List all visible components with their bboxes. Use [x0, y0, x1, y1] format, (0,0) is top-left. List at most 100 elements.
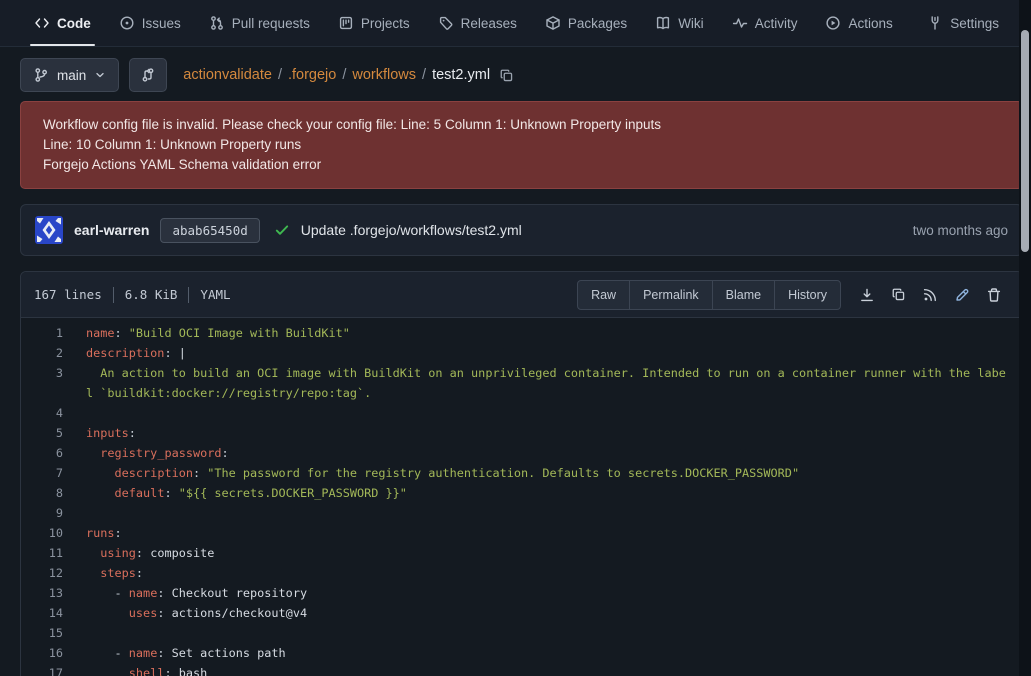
- tab-actions[interactable]: Actions: [815, 0, 902, 46]
- code-token: actions/checkout@v4: [172, 606, 307, 620]
- code-token: :: [136, 546, 150, 560]
- line-number[interactable]: 3: [21, 363, 63, 403]
- edit-pencil-icon: [954, 287, 970, 303]
- code-token: name: [129, 646, 158, 660]
- breadcrumb-segment-actionvalidate[interactable]: actionvalidate: [183, 67, 272, 83]
- code-line: 10 runs:: [21, 523, 1022, 543]
- line-number[interactable]: 10: [21, 523, 63, 543]
- commit-status-check-icon[interactable]: [274, 222, 290, 238]
- scrollbar-thumb[interactable]: [1021, 30, 1029, 252]
- code-token: composite: [150, 546, 214, 560]
- code-token: :: [164, 346, 178, 360]
- code-line: 9: [21, 503, 1022, 523]
- rss-button[interactable]: [914, 287, 946, 303]
- breadcrumb-segment-workflows[interactable]: workflows: [352, 67, 416, 83]
- line-number[interactable]: 4: [21, 403, 63, 423]
- code-token: runs: [86, 526, 115, 540]
- error-banner-line: Workflow config file is invalid. Please …: [43, 115, 1000, 135]
- tab-packages[interactable]: Packages: [535, 0, 637, 46]
- copy-icon[interactable]: [499, 68, 514, 83]
- file-header: 167 lines 6.8 KiB YAML RawPermalinkBlame…: [21, 272, 1022, 318]
- tab-wiki[interactable]: Wiki: [645, 0, 714, 46]
- line-number[interactable]: 14: [21, 603, 63, 623]
- code-token: uses: [129, 606, 158, 620]
- line-number[interactable]: 15: [21, 623, 63, 643]
- code-token: :: [193, 466, 207, 480]
- file-meta: 167 lines 6.8 KiB YAML: [34, 287, 231, 303]
- code-token: [86, 606, 129, 620]
- code-token: [86, 566, 100, 580]
- line-number[interactable]: 9: [21, 503, 63, 523]
- history-button[interactable]: History: [774, 281, 840, 309]
- breadcrumb: actionvalidate/.forgejo/workflows/test2.…: [183, 67, 514, 83]
- line-content: - name: Set actions path: [63, 643, 1011, 663]
- code-token: :: [164, 666, 178, 676]
- code-token: :: [115, 526, 122, 540]
- project-board-icon: [338, 15, 354, 31]
- breadcrumb-segment--forgejo[interactable]: .forgejo: [288, 67, 336, 83]
- tab-label: Pull requests: [232, 16, 310, 31]
- line-number[interactable]: 17: [21, 663, 63, 676]
- line-number[interactable]: 16: [21, 643, 63, 663]
- branch-bar: main actionvalidate/.forgejo/workflows/t…: [20, 57, 1023, 93]
- code-token: -: [86, 646, 129, 660]
- line-number[interactable]: 11: [21, 543, 63, 563]
- code-token: description: [86, 346, 164, 360]
- code-line: 4: [21, 403, 1022, 423]
- error-banner: Workflow config file is invalid. Please …: [20, 101, 1023, 189]
- permalink-button[interactable]: Permalink: [629, 281, 712, 309]
- tab-activity[interactable]: Activity: [722, 0, 808, 46]
- line-content: [63, 403, 1011, 423]
- tab-projects[interactable]: Projects: [328, 0, 420, 46]
- tab-releases[interactable]: Releases: [428, 0, 527, 46]
- git-branch-icon: [33, 67, 49, 83]
- page-scrollbar[interactable]: [1019, 0, 1031, 676]
- repo-file-page: Code Issues Pull requests Projects Releases P…: [0, 0, 1031, 676]
- edit-pencil-button[interactable]: [946, 287, 978, 303]
- breadcrumb-separator: /: [336, 67, 352, 83]
- tab-settings[interactable]: Settings: [917, 0, 1009, 46]
- code-token: [86, 466, 115, 480]
- code-token: :: [129, 426, 136, 440]
- raw-button[interactable]: Raw: [578, 281, 629, 309]
- code-token: :: [222, 446, 229, 460]
- code-line: 14 uses: actions/checkout@v4: [21, 603, 1022, 623]
- branch-selector-button[interactable]: main: [20, 58, 119, 92]
- line-number[interactable]: 7: [21, 463, 63, 483]
- file-size: 6.8 KiB: [125, 287, 178, 302]
- meta-divider: [113, 287, 114, 303]
- line-number[interactable]: 13: [21, 583, 63, 603]
- line-number[interactable]: 6: [21, 443, 63, 463]
- tab-issues[interactable]: Issues: [109, 0, 191, 46]
- pulse-icon: [732, 15, 748, 31]
- compare-button[interactable]: [129, 58, 167, 92]
- avatar[interactable]: [35, 216, 63, 244]
- rss-icon: [922, 287, 938, 303]
- blame-button[interactable]: Blame: [712, 281, 774, 309]
- code-token: -: [86, 586, 129, 600]
- tab-label: Issues: [142, 16, 181, 31]
- download-button[interactable]: [851, 287, 883, 303]
- code-token: :: [164, 486, 178, 500]
- line-number[interactable]: 1: [21, 323, 63, 343]
- code-token: name: [129, 586, 158, 600]
- line-number[interactable]: 8: [21, 483, 63, 503]
- line-number[interactable]: 5: [21, 423, 63, 443]
- commit-message[interactable]: Update .forgejo/workflows/test2.yml: [301, 222, 522, 238]
- breadcrumb-segment-test2-yml: test2.yml: [432, 67, 490, 83]
- copy-button[interactable]: [883, 287, 914, 302]
- line-number[interactable]: 2: [21, 343, 63, 363]
- code-token: Checkout repository: [172, 586, 307, 600]
- delete-trash-button[interactable]: [978, 287, 1010, 303]
- tab-code[interactable]: Code: [24, 0, 101, 46]
- line-content: using: composite: [63, 543, 1011, 563]
- code-token: |: [179, 346, 186, 360]
- tab-label: Releases: [461, 16, 517, 31]
- commit-author[interactable]: earl-warren: [74, 222, 149, 238]
- tab-pull-requests[interactable]: Pull requests: [199, 0, 320, 46]
- line-number[interactable]: 12: [21, 563, 63, 583]
- latest-commit-bar: earl-warren abab65450d Update .forgejo/w…: [20, 204, 1023, 256]
- code-line: 12 steps:: [21, 563, 1022, 583]
- commit-hash-badge[interactable]: abab65450d: [160, 218, 259, 243]
- commit-time: two months ago: [913, 223, 1008, 238]
